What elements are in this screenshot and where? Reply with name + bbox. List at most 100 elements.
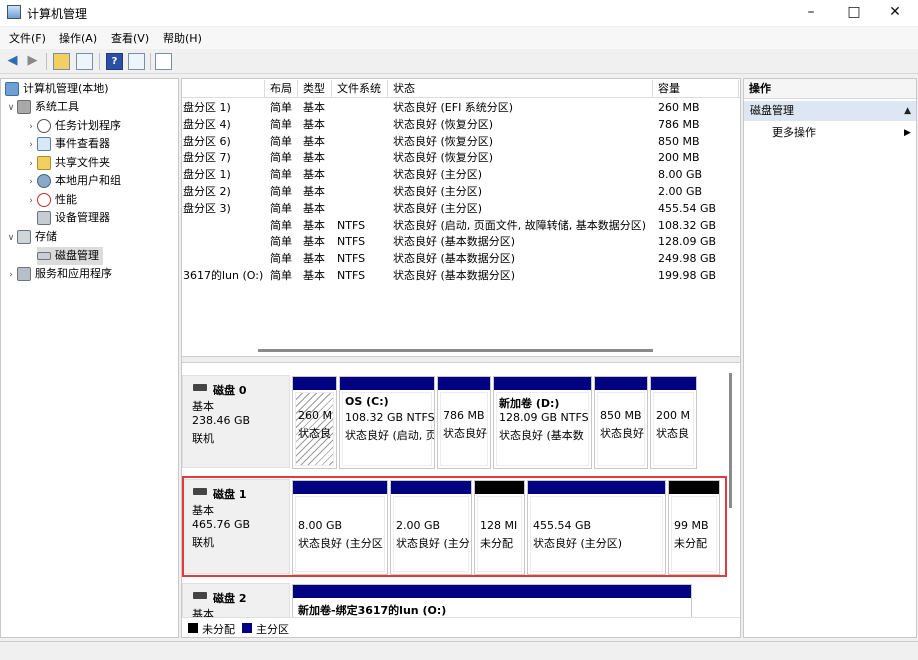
close-button[interactable]: ✕	[872, 0, 918, 26]
menu-file[interactable]: 文件(F)	[9, 30, 46, 46]
table-cell-type: 基本	[303, 252, 325, 266]
table-row[interactable]: 盘分区 1) 简单基本 状态良好 (主分区) 8.00 GB 8.0	[182, 166, 740, 183]
partition-text: 850 MB	[600, 409, 642, 422]
table-cell-name: 盘分区 4)	[183, 117, 231, 131]
up-folder-icon[interactable]	[53, 53, 70, 70]
table-row[interactable]: 盘分区 7) 简单基本 状态良好 (恢复分区) 200 MB 20	[182, 149, 740, 166]
tree-item-services-apps[interactable]: › 服务和应用程序	[5, 265, 112, 283]
chevron-right-icon[interactable]: ›	[25, 173, 37, 191]
disk-0-info[interactable]: 磁盘 0 基本 238.46 GB 联机	[182, 375, 290, 468]
chevron-down-icon[interactable]: ∨	[5, 99, 17, 117]
table-cell-free: 45	[739, 200, 740, 217]
partition-block[interactable]: 260 M 状态良	[292, 376, 337, 469]
table-cell-free: 15	[739, 250, 740, 267]
table-row[interactable]: 3617的lun (O:) 简单 基本 NTFS 状态良好 (基本数据分区) 199.98…	[182, 267, 740, 284]
chevron-right-icon[interactable]: ›	[25, 136, 37, 154]
table-cell-fs: NTFS	[337, 269, 366, 282]
tree-item-root[interactable]: 计算机管理(本地)	[5, 80, 109, 98]
show-hide-console-tree-icon[interactable]	[76, 53, 93, 70]
forward-arrow-icon[interactable]: ▶	[24, 53, 41, 70]
menu-help[interactable]: 帮助(H)	[163, 30, 202, 46]
table-cell-name: 盘分区 7)	[183, 151, 231, 165]
menu-action[interactable]: 操作(A)	[59, 30, 97, 46]
column-header-filesystem[interactable]: 文件系统	[332, 80, 388, 98]
tree-item-local-users[interactable]: › 本地用户和组	[25, 172, 121, 190]
show-action-pane-icon[interactable]	[128, 53, 145, 70]
table-cell-fs	[332, 149, 388, 166]
column-header-free[interactable]: 可	[739, 80, 740, 98]
collapse-triangle-icon[interactable]: ▲	[904, 101, 911, 121]
table-cell-status: 状态良好 (基本数据分区)	[393, 269, 516, 282]
tree-item-shared-folders[interactable]: › 共享文件夹	[25, 154, 110, 172]
column-header-capacity[interactable]: 容量	[653, 80, 739, 98]
partition-text: 128.09 GB NTFS	[499, 411, 589, 424]
minimize-button[interactable]: –	[788, 0, 834, 26]
primary-swatch	[242, 623, 252, 633]
chevron-down-icon[interactable]: ∨	[5, 229, 17, 247]
table-cell-capacity: 455.54 GB	[658, 201, 717, 215]
submenu-arrow-icon[interactable]: ▶	[904, 124, 911, 142]
disk-drive-icon	[193, 592, 207, 599]
device-manager-icon	[37, 211, 51, 225]
help-icon[interactable]: ?	[106, 53, 123, 70]
table-cell-capacity: 128.09 GB	[658, 235, 717, 249]
column-header-layout[interactable]: 布局	[265, 80, 298, 98]
table-cell-type: 基本	[303, 101, 325, 114]
table-row[interactable]: 盘分区 2) 简单基本 状态良好 (主分区) 2.00 GB 2.0	[182, 183, 740, 200]
partition-text: 状态良好	[443, 427, 487, 440]
partition-text: 状态良	[656, 427, 689, 440]
clock-icon	[37, 119, 51, 133]
table-row[interactable]: 简单 基本 NTFS 状态良好 (启动, 页面文件, 故障转储, 基本数据分区) 108…	[182, 217, 740, 234]
tree-item-device-manager[interactable]: 设备管理器	[37, 209, 110, 227]
tree-item-event-viewer[interactable]: › 事件查看器	[25, 135, 110, 153]
partition-block[interactable]: 850 MB 状态良好	[594, 376, 648, 469]
table-row[interactable]: 盘分区 3) 简单基本 状态良好 (主分区) 455.54 GB 45	[182, 200, 740, 217]
legend-unallocated: 未分配	[202, 623, 235, 636]
maximize-button[interactable]: □	[831, 0, 877, 26]
partition-block[interactable]: OS (C:) 108.32 GB NTFS 状态良好 (启动, 页	[339, 376, 435, 469]
partition-block[interactable]: 200 M 状态良	[650, 376, 697, 469]
menu-view[interactable]: 查看(V)	[111, 30, 149, 46]
action-more-actions[interactable]: 更多操作	[772, 124, 816, 142]
vertical-scrollbar[interactable]	[729, 373, 732, 508]
table-cell-status: 状态良好 (主分区)	[393, 201, 483, 215]
chevron-right-icon[interactable]: ›	[25, 155, 37, 173]
storage-icon	[17, 230, 31, 244]
horizontal-scrollbar[interactable]	[258, 349, 653, 352]
computer-management-icon	[7, 5, 21, 19]
chevron-right-icon[interactable]: ›	[25, 192, 37, 210]
table-row[interactable]: 盘分区 1) 简单基本 状态良好 (EFI 系统分区) 260 MB 26	[182, 99, 740, 116]
table-cell-layout: 简单	[270, 252, 292, 266]
actions-header: 操作	[744, 79, 916, 99]
table-cell-type: 基本	[303, 201, 325, 215]
pane-splitter[interactable]	[182, 356, 740, 363]
console-tree: 计算机管理(本地) ∨ 系统工具 › 任务计划程序 › 事件查看器 › 共享文件夹 › 本…	[0, 78, 179, 638]
actions-group-disk-management[interactable]: 磁盘管理 ▲	[744, 101, 916, 121]
column-header-type[interactable]: 类型	[298, 80, 332, 98]
tree-item-system-tools[interactable]: ∨ 系统工具	[5, 98, 79, 116]
table-cell-fs	[332, 166, 388, 183]
tree-item-storage[interactable]: ∨ 存储	[5, 228, 57, 246]
partition-block[interactable]: 786 MB 状态良好	[437, 376, 491, 469]
tree-item-performance[interactable]: › 性能	[25, 191, 77, 209]
column-header-status[interactable]: 状态	[388, 80, 653, 98]
properties-icon[interactable]	[155, 53, 172, 70]
column-header-volume[interactable]	[182, 80, 265, 98]
chevron-right-icon[interactable]: ›	[25, 118, 37, 136]
table-cell-type: 基本	[303, 235, 325, 249]
table-cell-layout: 简单	[270, 101, 292, 114]
tree-item-disk-management[interactable]: 磁盘管理	[37, 247, 103, 265]
partition-bar	[651, 377, 696, 390]
disk-0-size: 238.46 GB	[192, 414, 251, 427]
back-arrow-icon[interactable]: ◀	[4, 53, 21, 70]
table-row[interactable]: 盘分区 6) 简单基本 状态良好 (恢复分区) 850 MB 85	[182, 133, 740, 150]
partition-block[interactable]: 新加卷 (D:) 128.09 GB NTFS 状态良好 (基本数	[493, 376, 592, 469]
table-cell-capacity: 249.98 GB	[658, 252, 717, 266]
table-row[interactable]: 简单基本 NTFS 状态良好 (基本数据分区) 249.98 GB 15	[182, 250, 740, 267]
disk-management-pane: 布局 类型 文件系统 状态 容量 可 盘分区 1)简单基本状态良好 (EFI 系…	[181, 78, 741, 638]
table-cell-name: 盘分区 3)	[183, 201, 231, 215]
tree-item-task-scheduler[interactable]: › 任务计划程序	[25, 117, 121, 135]
table-row[interactable]: 盘分区 4) 简单基本 状态良好 (恢复分区) 786 MB 78	[182, 116, 740, 133]
table-row[interactable]: 简单基本 NTFS 状态良好 (基本数据分区) 128.09 GB 15	[182, 233, 740, 250]
chevron-right-icon[interactable]: ›	[5, 266, 17, 284]
